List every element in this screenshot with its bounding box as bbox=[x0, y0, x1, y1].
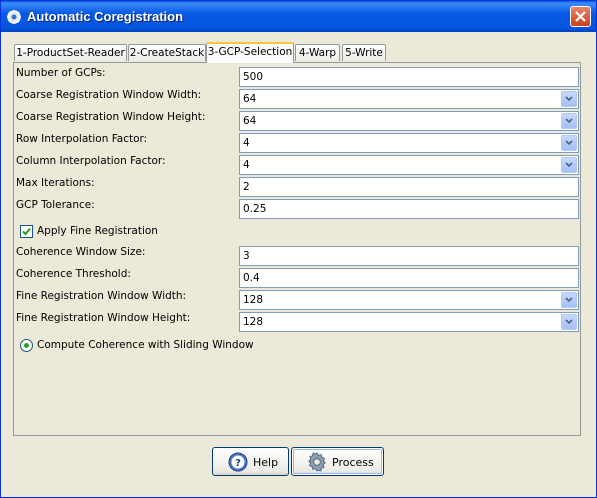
row-interp-value: 4 bbox=[243, 137, 250, 149]
row-interp-label: Row Interpolation Factor: bbox=[16, 133, 148, 145]
app-gear-icon bbox=[6, 9, 22, 25]
max-iter-input[interactable]: 2 bbox=[239, 177, 579, 197]
tab-gcp-selection[interactable]: 3-GCP-Selection bbox=[206, 42, 294, 63]
chevron-down-icon[interactable] bbox=[561, 157, 577, 173]
num-gcps-label: Number of GCPs: bbox=[16, 67, 106, 79]
apply-fine-registration-checkbox[interactable] bbox=[20, 225, 33, 238]
sliding-window-radio[interactable] bbox=[20, 339, 33, 352]
fine-width-combo[interactable]: 128 bbox=[239, 290, 579, 310]
col-interp-label: Column Interpolation Factor: bbox=[16, 155, 166, 167]
tab-productset-reader[interactable]: 1-ProductSet-Reader bbox=[14, 44, 127, 61]
coherence-window-input[interactable]: 3 bbox=[239, 246, 579, 266]
coarse-height-value: 64 bbox=[243, 115, 257, 127]
fine-height-value: 128 bbox=[243, 316, 264, 328]
help-button-label: Help bbox=[253, 456, 279, 469]
tab-write[interactable]: 5-Write bbox=[342, 44, 386, 61]
coarse-width-label: Coarse Registration Window Width: bbox=[16, 89, 202, 101]
window-title: Automatic Coregistration bbox=[27, 9, 184, 24]
close-button[interactable] bbox=[570, 6, 591, 27]
col-interp-value: 4 bbox=[243, 159, 250, 171]
sliding-window-label: Compute Coherence with Sliding Window bbox=[37, 339, 254, 351]
process-button[interactable]: Process bbox=[291, 447, 384, 476]
col-interp-combo[interactable]: 4 bbox=[239, 155, 579, 175]
process-gear-icon bbox=[307, 452, 327, 472]
tab-warp[interactable]: 4-Warp bbox=[295, 44, 340, 61]
chevron-down-icon[interactable] bbox=[561, 113, 577, 129]
chevron-down-icon[interactable] bbox=[561, 91, 577, 107]
svg-text:?: ? bbox=[235, 458, 241, 469]
max-iter-label: Max Iterations: bbox=[16, 177, 95, 189]
coarse-height-combo[interactable]: 64 bbox=[239, 111, 579, 131]
num-gcps-input[interactable]: 500 bbox=[239, 67, 579, 87]
coarse-width-combo[interactable]: 64 bbox=[239, 89, 579, 109]
apply-fine-registration-label: Apply Fine Registration bbox=[37, 225, 158, 237]
fine-height-label: Fine Registration Window Height: bbox=[16, 312, 191, 324]
help-button[interactable]: ? Help bbox=[212, 447, 289, 476]
radio-selected-dot bbox=[24, 343, 29, 348]
process-button-label: Process bbox=[332, 456, 374, 469]
fine-width-label: Fine Registration Window Width: bbox=[16, 290, 187, 302]
coherence-threshold-input[interactable]: 0.4 bbox=[239, 268, 579, 288]
help-icon: ? bbox=[228, 452, 248, 472]
gcp-tolerance-label: GCP Tolerance: bbox=[16, 199, 95, 211]
row-interp-combo[interactable]: 4 bbox=[239, 133, 579, 153]
fine-height-combo[interactable]: 128 bbox=[239, 312, 579, 332]
dialog-window: Automatic Coregistration 1-ProductSet-Re… bbox=[0, 0, 597, 498]
chevron-down-icon[interactable] bbox=[561, 314, 577, 330]
coherence-window-label: Coherence Window Size: bbox=[16, 246, 146, 258]
checkmark-icon bbox=[22, 227, 31, 236]
coarse-width-value: 64 bbox=[243, 93, 257, 105]
chevron-down-icon[interactable] bbox=[561, 292, 577, 308]
close-icon bbox=[575, 11, 586, 22]
fine-width-value: 128 bbox=[243, 294, 264, 306]
coherence-threshold-label: Coherence Threshold: bbox=[16, 268, 131, 280]
chevron-down-icon[interactable] bbox=[561, 135, 577, 151]
coarse-height-label: Coarse Registration Window Height: bbox=[16, 111, 206, 123]
gcp-tolerance-input[interactable]: 0.25 bbox=[239, 199, 579, 219]
tab-createstack[interactable]: 2-CreateStack bbox=[128, 44, 206, 61]
title-bar[interactable]: Automatic Coregistration bbox=[1, 1, 596, 32]
